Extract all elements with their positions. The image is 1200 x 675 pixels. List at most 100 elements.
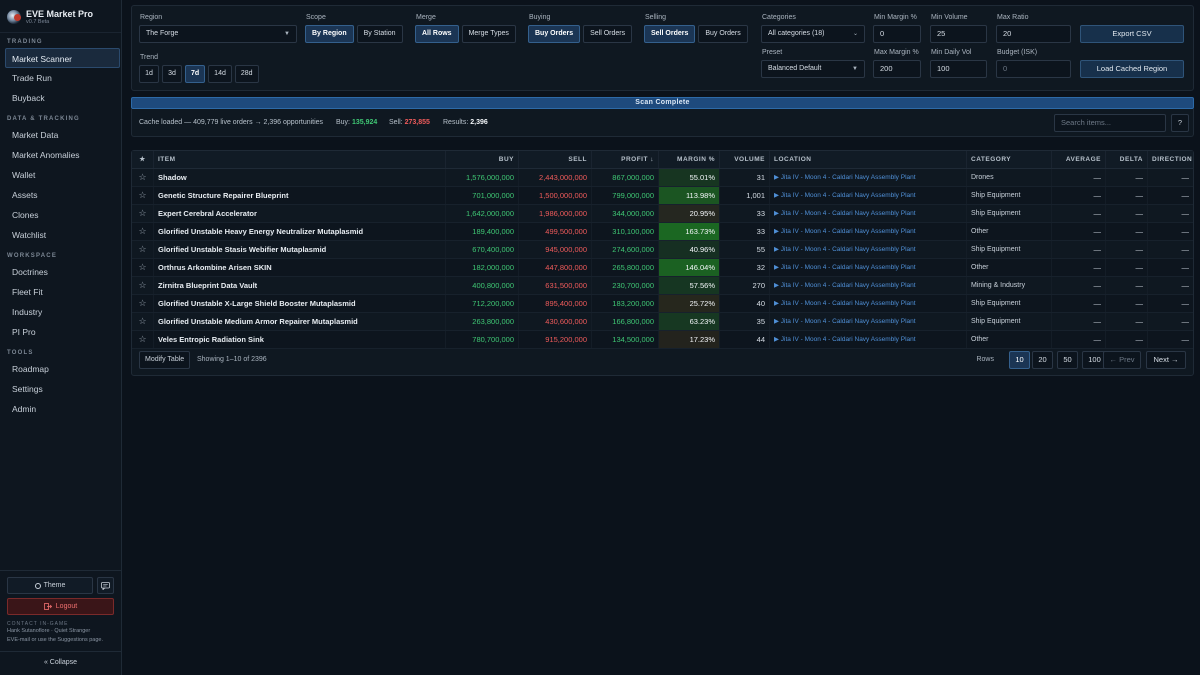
trend-option-14d[interactable]: 14d	[208, 65, 232, 83]
buying-option-sell-orders[interactable]: Sell Orders	[583, 25, 633, 43]
favorite-star-icon[interactable]: ☆	[132, 169, 154, 186]
favorite-star-icon[interactable]: ☆	[132, 241, 154, 258]
col-header-direction[interactable]: DIRECTION	[1148, 151, 1193, 168]
export-csv-button[interactable]: Export CSV	[1080, 25, 1184, 43]
location-link[interactable]: ▶ Jita IV - Moon 4 - Caldari Navy Assemb…	[770, 205, 967, 222]
table-row[interactable]: ☆ Genetic Structure Repairer Blueprint 701…	[132, 187, 1193, 205]
location-link[interactable]: ▶ Jita IV - Moon 4 - Caldari Navy Assemb…	[770, 295, 967, 312]
sidebar-item-market-anomalies[interactable]: Market Anomalies	[0, 145, 121, 165]
budget-input[interactable]: 0	[996, 60, 1071, 78]
collapse-sidebar-button[interactable]: « Collapse	[0, 651, 121, 666]
buying-option-buy-orders[interactable]: Buy Orders	[528, 25, 581, 43]
favorite-star-icon[interactable]: ☆	[132, 259, 154, 276]
item-name[interactable]: Glorified Unstable X-Large Shield Booste…	[154, 295, 446, 312]
col-header-margin[interactable]: MARGIN %	[659, 151, 720, 168]
item-name[interactable]: Orthrus Arkombine Arisen SKIN	[154, 259, 446, 276]
brand[interactable]: EVE Market Pro v0.7 Beta	[0, 0, 121, 33]
sidebar-item-doctrines[interactable]: Doctrines	[0, 262, 121, 282]
selling-option-buy-orders[interactable]: Buy Orders	[698, 25, 748, 43]
preset-select[interactable]: Balanced Default ▼	[761, 60, 865, 78]
min-volume-input[interactable]: 25	[930, 25, 987, 43]
sidebar-item-fleet-fit[interactable]: Fleet Fit	[0, 282, 121, 302]
trend-option-3d[interactable]: 3d	[162, 65, 182, 83]
sidebar-item-watchlist[interactable]: Watchlist	[0, 225, 121, 245]
location-link[interactable]: ▶ Jita IV - Moon 4 - Caldari Navy Assemb…	[770, 259, 967, 276]
merge-option-all-rows[interactable]: All Rows	[415, 25, 459, 43]
location-link[interactable]: ▶ Jita IV - Moon 4 - Caldari Navy Assemb…	[770, 223, 967, 240]
trend-option-28d[interactable]: 28d	[234, 65, 259, 83]
help-button[interactable]: ?	[1171, 114, 1189, 132]
table-row[interactable]: ☆ Shadow 1,576,000,000 2,443,000,000 867,000…	[132, 169, 1193, 187]
region-select[interactable]: The Forge ▼	[139, 25, 297, 43]
sidebar-item-industry[interactable]: Industry	[0, 302, 121, 322]
col-header-buy[interactable]: BUY	[446, 151, 519, 168]
item-name[interactable]: Glorified Unstable Heavy Energy Neutrali…	[154, 223, 446, 240]
sidebar-item-admin[interactable]: Admin	[0, 399, 121, 419]
logout-button[interactable]: Logout	[7, 598, 114, 615]
favorite-star-icon[interactable]: ☆	[132, 205, 154, 222]
table-row[interactable]: ☆ Glorified Unstable Medium Armor Repaire…	[132, 313, 1193, 331]
max-ratio-input[interactable]: 20	[996, 25, 1071, 43]
col-header-star[interactable]: ★	[132, 151, 154, 168]
scope-option-by-region[interactable]: By Region	[305, 25, 354, 43]
scope-option-by-station[interactable]: By Station	[356, 25, 403, 43]
max-margin-input[interactable]: 200	[873, 60, 921, 78]
location-link[interactable]: ▶ Jita IV - Moon 4 - Caldari Navy Assemb…	[770, 277, 967, 294]
location-link[interactable]: ▶ Jita IV - Moon 4 - Caldari Navy Assemb…	[770, 187, 967, 204]
sidebar-item-buyback[interactable]: Buyback	[0, 88, 121, 108]
favorite-star-icon[interactable]: ☆	[132, 277, 154, 294]
sidebar-item-market-scanner[interactable]: Market Scanner	[5, 48, 120, 68]
sidebar-item-settings[interactable]: Settings	[0, 379, 121, 399]
sidebar-item-clones[interactable]: Clones	[0, 205, 121, 225]
load-cached-region-button[interactable]: Load Cached Region	[1080, 60, 1184, 78]
col-header-sell[interactable]: SELL	[519, 151, 592, 168]
feedback-button[interactable]	[97, 577, 114, 594]
search-input[interactable]: Search items...	[1054, 114, 1166, 132]
prev-page-button[interactable]: ← Prev	[1103, 351, 1141, 369]
table-row[interactable]: ☆ Glorified Unstable Stasis Webifier Muta…	[132, 241, 1193, 259]
table-row[interactable]: ☆ Glorified Unstable X-Large Shield Boost…	[132, 295, 1193, 313]
item-name[interactable]: Shadow	[154, 169, 446, 186]
rows-per-page-10[interactable]: 10	[1009, 351, 1030, 369]
sidebar-item-roadmap[interactable]: Roadmap	[0, 359, 121, 379]
col-header-delta[interactable]: DELTA	[1106, 151, 1148, 168]
rows-per-page-50[interactable]: 50	[1057, 351, 1078, 369]
location-link[interactable]: ▶ Jita IV - Moon 4 - Caldari Navy Assemb…	[770, 169, 967, 186]
favorite-star-icon[interactable]: ☆	[132, 295, 154, 312]
min-daily-vol-input[interactable]: 100	[930, 60, 987, 78]
location-link[interactable]: ▶ Jita IV - Moon 4 - Caldari Navy Assemb…	[770, 313, 967, 330]
sidebar-item-market-data[interactable]: Market Data	[0, 125, 121, 145]
favorite-star-icon[interactable]: ☆	[132, 313, 154, 330]
trend-option-1d[interactable]: 1d	[139, 65, 159, 83]
sidebar-item-assets[interactable]: Assets	[0, 185, 121, 205]
table-row[interactable]: ☆ Orthrus Arkombine Arisen SKIN 182,000,00…	[132, 259, 1193, 277]
table-row[interactable]: ☆ Zirnitra Blueprint Data Vault 400,800,00…	[132, 277, 1193, 295]
table-row[interactable]: ☆ Glorified Unstable Heavy Energy Neutral…	[132, 223, 1193, 241]
theme-button[interactable]: Theme	[7, 577, 93, 594]
min-margin-input[interactable]: 0	[873, 25, 921, 43]
sidebar-item-wallet[interactable]: Wallet	[0, 165, 121, 185]
col-header-location[interactable]: LOCATION	[770, 151, 967, 168]
categories-select[interactable]: All categories (18) ⌄	[761, 25, 865, 43]
rows-per-page-20[interactable]: 20	[1032, 351, 1053, 369]
col-header-item[interactable]: ITEM	[154, 151, 446, 168]
table-row[interactable]: ☆ Expert Cerebral Accelerator 1,642,000,00…	[132, 205, 1193, 223]
location-link[interactable]: ▶ Jita IV - Moon 4 - Caldari Navy Assemb…	[770, 241, 967, 258]
selling-option-sell-orders[interactable]: Sell Orders	[644, 25, 696, 43]
next-page-button[interactable]: Next →	[1146, 351, 1186, 369]
trend-option-7d[interactable]: 7d	[185, 65, 206, 83]
col-header-volume[interactable]: VOLUME	[720, 151, 770, 168]
sidebar-item-pi-pro[interactable]: PI Pro	[0, 322, 121, 342]
item-name[interactable]: Genetic Structure Repairer Blueprint	[154, 187, 446, 204]
merge-option-merge-types[interactable]: Merge Types	[461, 25, 516, 43]
col-header-profit[interactable]: PROFIT ↓	[592, 151, 659, 168]
item-name[interactable]: Glorified Unstable Medium Armor Repairer…	[154, 313, 446, 330]
modify-table-button[interactable]: Modify Table	[139, 351, 191, 369]
item-name[interactable]: Expert Cerebral Accelerator	[154, 205, 446, 222]
item-name[interactable]: Zirnitra Blueprint Data Vault	[154, 277, 446, 294]
item-name[interactable]: Glorified Unstable Stasis Webifier Mutap…	[154, 241, 446, 258]
col-header-category[interactable]: CATEGORY	[967, 151, 1052, 168]
sidebar-item-trade-run[interactable]: Trade Run	[0, 68, 121, 88]
favorite-star-icon[interactable]: ☆	[132, 187, 154, 204]
favorite-star-icon[interactable]: ☆	[132, 223, 154, 240]
